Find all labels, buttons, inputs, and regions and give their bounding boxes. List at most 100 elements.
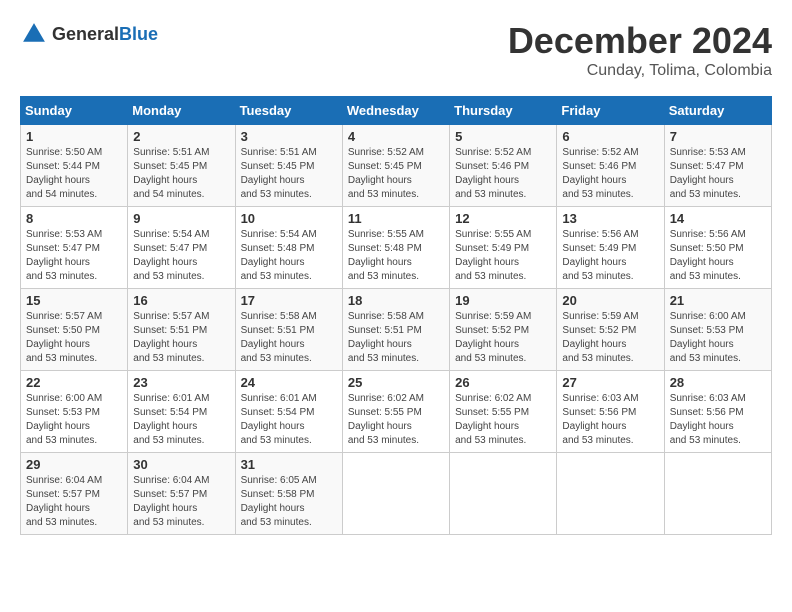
logo-text-general: General [52,24,119,44]
calendar-cell: 24 Sunrise: 6:01 AMSunset: 5:54 PMDayligh… [235,371,342,453]
calendar-cell: 4 Sunrise: 5:52 AMSunset: 5:45 PMDaylight… [342,125,449,207]
day-detail: Sunrise: 5:55 AMSunset: 5:48 PMDaylight … [348,228,444,284]
day-number: 11 [348,211,444,226]
day-detail: Sunrise: 5:54 AMSunset: 5:48 PMDaylight … [241,228,337,284]
calendar-cell: 6 Sunrise: 5:52 AMSunset: 5:46 PMDaylight… [557,125,664,207]
day-number: 17 [241,293,337,308]
day-number: 26 [455,375,551,390]
calendar-cell: 29Sunrise: 6:04 AMSunset: 5:57 PMDayligh… [21,453,128,535]
day-number: 27 [562,375,658,390]
day-number: 19 [455,293,551,308]
calendar-cell: 12 Sunrise: 5:55 AMSunset: 5:49 PMDayligh… [450,207,557,289]
day-number: 25 [348,375,444,390]
calendar-cell: 30 Sunrise: 6:04 AMSunset: 5:57 PMDayligh… [128,453,235,535]
day-detail: Sunrise: 5:52 AMSunset: 5:46 PMDaylight … [562,146,658,202]
calendar-cell: 21 Sunrise: 6:00 AMSunset: 5:53 PMDayligh… [664,289,771,371]
day-detail: Sunrise: 5:52 AMSunset: 5:45 PMDaylight … [348,146,444,202]
day-number: 13 [562,211,658,226]
day-number: 16 [133,293,229,308]
calendar-week-4: 22Sunrise: 6:00 AMSunset: 5:53 PMDayligh… [21,371,772,453]
calendar-cell: 8 Sunrise: 5:53 AMSunset: 5:47 PMDaylight… [21,207,128,289]
logo: GeneralBlue [20,20,158,48]
day-detail: Sunrise: 6:02 AMSunset: 5:55 PMDaylight … [455,392,551,448]
day-number: 1 [26,129,122,144]
day-number: 15 [26,293,122,308]
day-detail: Sunrise: 5:56 AMSunset: 5:50 PMDaylight … [670,228,766,284]
weekday-header-row: SundayMondayTuesdayWednesdayThursdayFrid… [21,97,772,125]
day-number: 22 [26,375,122,390]
day-number: 7 [670,129,766,144]
day-detail: Sunrise: 5:58 AMSunset: 5:51 PMDaylight … [241,310,337,366]
calendar-cell: 1 Sunrise: 5:50 AMSunset: 5:44 PMDaylight… [21,125,128,207]
day-detail: Sunrise: 5:54 AMSunset: 5:47 PMDaylight … [133,228,229,284]
logo-icon [20,20,48,48]
day-detail: Sunrise: 5:57 AMSunset: 5:51 PMDaylight … [133,310,229,366]
day-detail: Sunrise: 5:59 AMSunset: 5:52 PMDaylight … [455,310,551,366]
day-detail: Sunrise: 5:57 AMSunset: 5:50 PMDaylight … [26,310,122,366]
day-number: 3 [241,129,337,144]
day-number: 4 [348,129,444,144]
day-number: 8 [26,211,122,226]
calendar-title: December 2024 [508,20,772,62]
day-detail: Sunrise: 6:03 AMSunset: 5:56 PMDaylight … [670,392,766,448]
day-number: 5 [455,129,551,144]
day-detail: Sunrise: 6:02 AMSunset: 5:55 PMDaylight … [348,392,444,448]
day-detail: Sunrise: 6:03 AMSunset: 5:56 PMDaylight … [562,392,658,448]
calendar-cell: 28Sunrise: 6:03 AMSunset: 5:56 PMDayligh… [664,371,771,453]
day-detail: Sunrise: 5:50 AMSunset: 5:44 PMDaylight … [26,146,122,202]
calendar-week-5: 29Sunrise: 6:04 AMSunset: 5:57 PMDayligh… [21,453,772,535]
day-detail: Sunrise: 6:04 AMSunset: 5:57 PMDaylight … [133,474,229,530]
calendar-cell: 20Sunrise: 5:59 AMSunset: 5:52 PMDayligh… [557,289,664,371]
day-detail: Sunrise: 6:05 AMSunset: 5:58 PMDaylight … [241,474,337,530]
day-number: 9 [133,211,229,226]
calendar-table: SundayMondayTuesdayWednesdayThursdayFrid… [20,96,772,535]
day-number: 30 [133,457,229,472]
calendar-cell: 17 Sunrise: 5:58 AMSunset: 5:51 PMDayligh… [235,289,342,371]
day-detail: Sunrise: 5:52 AMSunset: 5:46 PMDaylight … [455,146,551,202]
day-detail: Sunrise: 6:00 AMSunset: 5:53 PMDaylight … [670,310,766,366]
calendar-cell: 16 Sunrise: 5:57 AMSunset: 5:51 PMDayligh… [128,289,235,371]
day-detail: Sunrise: 5:58 AMSunset: 5:51 PMDaylight … [348,310,444,366]
day-number: 24 [241,375,337,390]
calendar-cell: 26 Sunrise: 6:02 AMSunset: 5:55 PMDayligh… [450,371,557,453]
day-number: 23 [133,375,229,390]
calendar-cell: 25 Sunrise: 6:02 AMSunset: 5:55 PMDayligh… [342,371,449,453]
header: GeneralBlue December 2024 Cunday, Tolima… [20,20,772,80]
day-number: 12 [455,211,551,226]
day-number: 10 [241,211,337,226]
calendar-cell: 18 Sunrise: 5:58 AMSunset: 5:51 PMDayligh… [342,289,449,371]
day-detail: Sunrise: 5:53 AMSunset: 5:47 PMDaylight … [670,146,766,202]
day-number: 21 [670,293,766,308]
calendar-cell: 9 Sunrise: 5:54 AMSunset: 5:47 PMDaylight… [128,207,235,289]
calendar-cell [342,453,449,535]
weekday-header-sunday: Sunday [21,97,128,125]
calendar-cell [664,453,771,535]
weekday-header-tuesday: Tuesday [235,97,342,125]
day-detail: Sunrise: 6:01 AMSunset: 5:54 PMDaylight … [241,392,337,448]
calendar-cell: 2Sunrise: 5:51 AMSunset: 5:45 PMDaylight… [128,125,235,207]
day-detail: Sunrise: 5:55 AMSunset: 5:49 PMDaylight … [455,228,551,284]
logo-text-blue: Blue [119,24,158,44]
calendar-cell [557,453,664,535]
day-detail: Sunrise: 6:01 AMSunset: 5:54 PMDaylight … [133,392,229,448]
calendar-cell: 5 Sunrise: 5:52 AMSunset: 5:46 PMDaylight… [450,125,557,207]
day-detail: Sunrise: 5:56 AMSunset: 5:49 PMDaylight … [562,228,658,284]
calendar-cell: 11 Sunrise: 5:55 AMSunset: 5:48 PMDayligh… [342,207,449,289]
day-number: 6 [562,129,658,144]
day-number: 18 [348,293,444,308]
day-detail: Sunrise: 5:53 AMSunset: 5:47 PMDaylight … [26,228,122,284]
calendar-cell: 13 Sunrise: 5:56 AMSunset: 5:49 PMDayligh… [557,207,664,289]
day-detail: Sunrise: 6:04 AMSunset: 5:57 PMDaylight … [26,474,122,530]
calendar-cell: 14 Sunrise: 5:56 AMSunset: 5:50 PMDayligh… [664,207,771,289]
day-number: 31 [241,457,337,472]
calendar-week-3: 15 Sunrise: 5:57 AMSunset: 5:50 PMDayligh… [21,289,772,371]
title-area: December 2024 Cunday, Tolima, Colombia [508,20,772,80]
calendar-cell: 27 Sunrise: 6:03 AMSunset: 5:56 PMDayligh… [557,371,664,453]
calendar-cell: 7 Sunrise: 5:53 AMSunset: 5:47 PMDaylight… [664,125,771,207]
day-number: 2 [133,129,229,144]
calendar-cell: 3Sunrise: 5:51 AMSunset: 5:45 PMDaylight… [235,125,342,207]
calendar-subtitle: Cunday, Tolima, Colombia [508,62,772,80]
day-number: 14 [670,211,766,226]
calendar-week-2: 8 Sunrise: 5:53 AMSunset: 5:47 PMDaylight… [21,207,772,289]
calendar-cell: 23 Sunrise: 6:01 AMSunset: 5:54 PMDayligh… [128,371,235,453]
